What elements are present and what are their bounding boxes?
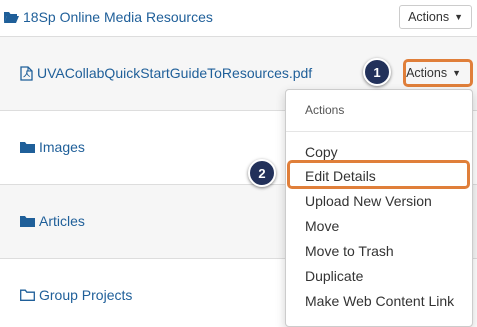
step-2-badge: 2 — [248, 159, 276, 187]
actions-button-highlight — [403, 59, 473, 87]
menu-item-move[interactable]: Move — [305, 218, 339, 234]
folder-icon — [20, 141, 35, 153]
menu-item-copy[interactable]: Copy — [305, 144, 338, 160]
menu-item-make-web-content-link[interactable]: Make Web Content Link — [305, 293, 454, 309]
file-link[interactable]: UVACollabQuickStartGuideToResources.pdf — [20, 65, 312, 81]
menu-item-upload-new-version[interactable]: Upload New Version — [305, 193, 432, 209]
top-folder-actions-button[interactable]: Actions ▼ — [399, 5, 472, 29]
folder-link-articles[interactable]: Articles — [20, 213, 85, 229]
menu-item-duplicate[interactable]: Duplicate — [305, 268, 363, 284]
file-name: UVACollabQuickStartGuideToResources.pdf — [37, 65, 313, 81]
menu-divider — [286, 131, 472, 132]
menu-item-move-to-trash[interactable]: Move to Trash — [305, 243, 394, 259]
folder-open-icon — [3, 11, 19, 24]
folder-link-images[interactable]: Images — [20, 139, 85, 155]
top-folder-name: 18Sp Online Media Resources — [23, 9, 213, 25]
edit-details-highlight — [287, 160, 470, 189]
folder-name: Group Projects — [39, 287, 133, 303]
folder-name: Images — [39, 139, 85, 155]
caret-down-icon: ▼ — [454, 12, 463, 22]
folder-link-group-projects[interactable]: Group Projects — [20, 287, 132, 303]
actions-dropdown-menu: Actions Copy Edit Details Upload New Ver… — [285, 89, 473, 327]
menu-header: Actions — [305, 103, 345, 117]
folder-icon — [20, 215, 35, 227]
top-folder-row: 18Sp Online Media Resources Actions ▼ — [0, 0, 477, 37]
top-folder-link[interactable]: 18Sp Online Media Resources — [3, 9, 213, 25]
actions-label: Actions — [408, 10, 450, 24]
folder-outline-icon — [20, 289, 35, 301]
step-1-badge: 1 — [363, 58, 391, 86]
pdf-file-icon — [20, 65, 33, 81]
folder-name: Articles — [39, 213, 85, 229]
